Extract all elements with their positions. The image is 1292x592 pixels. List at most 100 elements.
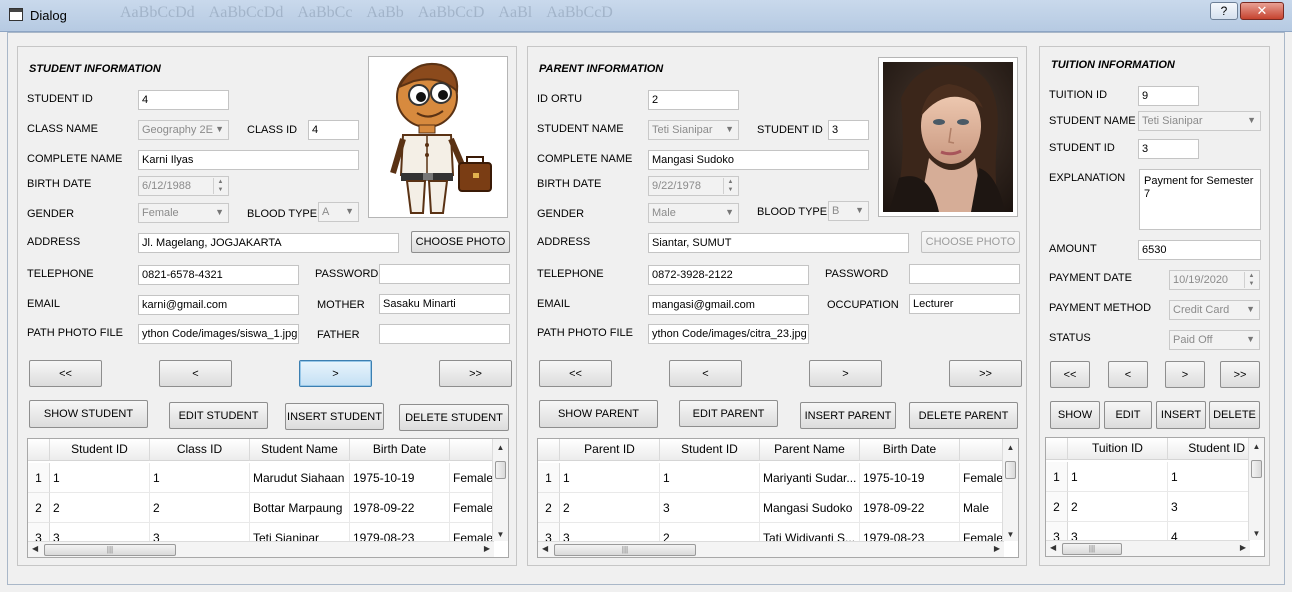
scroll-right-icon[interactable]: ▶ — [1240, 543, 1246, 552]
table-cell[interactable]: Male — [960, 493, 1004, 523]
student-id-field[interactable]: 4 — [138, 90, 229, 110]
scroll-left-icon[interactable]: ◀ — [542, 544, 548, 553]
table-cell[interactable]: 3 — [1168, 492, 1250, 522]
scroll-thumb[interactable]: ||| — [1062, 543, 1122, 555]
path-photo-field[interactable]: ython Code/images/siswa_1.jpg — [138, 324, 299, 344]
parent-telephone-field[interactable]: 0872-3928-2122 — [648, 265, 809, 285]
edit-student-button[interactable]: EDIT STUDENT — [169, 402, 268, 429]
telephone-field[interactable]: 0821-6578-4321 — [138, 265, 299, 285]
email-field[interactable]: karni@gmail.com — [138, 295, 299, 315]
vertical-scrollbar[interactable]: ▲ ▼ — [1002, 439, 1018, 541]
column-header[interactable]: Parent ID — [560, 439, 660, 461]
column-header[interactable]: Birth Date — [350, 439, 450, 461]
parent-choose-photo-button[interactable]: CHOOSE PHOTO — [921, 231, 1020, 253]
scroll-left-icon[interactable]: ◀ — [32, 544, 38, 553]
parent-path-photo-field[interactable]: ython Code/images/citra_23.jpg — [648, 324, 809, 344]
show-tuition-button[interactable]: SHOW — [1050, 401, 1100, 429]
scroll-up-icon[interactable]: ▲ — [1003, 443, 1018, 452]
scroll-thumb[interactable]: ||| — [44, 544, 176, 556]
parent-password-field[interactable] — [909, 264, 1020, 284]
explanation-textarea[interactable]: Payment for Semester 7 — [1139, 169, 1261, 230]
horizontal-scrollbar[interactable]: ◀ ||| ▶ — [1046, 540, 1250, 556]
table-cell[interactable]: Mariyanti Sudar... — [760, 463, 860, 493]
scroll-thumb[interactable] — [1005, 461, 1016, 479]
insert-tuition-button[interactable]: INSERT — [1156, 401, 1206, 429]
column-header[interactable]: Student ID — [50, 439, 150, 461]
tuition-id-field[interactable]: 9 — [1138, 86, 1199, 106]
tuition-last-button[interactable]: >> — [1220, 361, 1260, 388]
horizontal-scrollbar[interactable]: ◀ ||| ▶ — [28, 541, 494, 557]
vertical-scrollbar[interactable]: ▲ ▼ — [1248, 438, 1264, 540]
table-cell[interactable]: Bottar Marpaung — [250, 493, 350, 523]
vertical-scrollbar[interactable]: ▲ ▼ — [492, 439, 508, 541]
scroll-left-icon[interactable]: ◀ — [1050, 543, 1056, 552]
tuition-next-button[interactable]: > — [1165, 361, 1205, 388]
father-field[interactable] — [379, 324, 510, 344]
table-cell[interactable]: 3 — [660, 493, 760, 523]
table-cell[interactable]: 2 — [150, 493, 250, 523]
occupation-field[interactable]: Lecturer — [909, 294, 1020, 314]
tuition-student-name-combo[interactable]: Teti Sianipar ▼ — [1138, 111, 1261, 131]
parent-complete-name-field[interactable]: Mangasi Sudoko — [648, 150, 869, 170]
spin-up-icon[interactable]: ▲ — [724, 178, 737, 186]
parent-student-name-combo[interactable]: Teti Sianipar ▼ — [648, 120, 739, 140]
column-header[interactable]: Student ID — [1168, 438, 1250, 460]
tuition-student-id-field[interactable]: 3 — [1138, 139, 1199, 159]
student-next-button[interactable]: > — [299, 360, 372, 387]
row-header[interactable]: 2 — [538, 493, 560, 523]
scroll-down-icon[interactable]: ▼ — [1003, 530, 1018, 539]
amount-field[interactable]: 6530 — [1138, 240, 1261, 260]
edit-parent-button[interactable]: EDIT PARENT — [679, 400, 778, 427]
parent-address-field[interactable]: Siantar, SUMUT — [648, 233, 909, 253]
complete-name-field[interactable]: Karni Ilyas — [138, 150, 359, 170]
close-button[interactable]: ✕ — [1240, 2, 1284, 20]
table-cell[interactable]: Female — [450, 463, 494, 493]
parent-last-button[interactable]: >> — [949, 360, 1022, 387]
table-cell[interactable]: 1978-09-22 — [860, 493, 960, 523]
parent-next-button[interactable]: > — [809, 360, 882, 387]
table-cell[interactable]: 1975-10-19 — [350, 463, 450, 493]
delete-parent-button[interactable]: DELETE PARENT — [909, 402, 1018, 429]
mother-field[interactable]: Sasaku Minarti — [379, 294, 510, 314]
table-cell[interactable]: Marudut Siahaan — [250, 463, 350, 493]
table-cell[interactable]: Female — [960, 463, 1004, 493]
scroll-down-icon[interactable]: ▼ — [493, 530, 508, 539]
student-last-button[interactable]: >> — [439, 360, 512, 387]
student-prev-button[interactable]: < — [159, 360, 232, 387]
spin-up-icon[interactable]: ▲ — [1245, 272, 1258, 280]
parent-email-field[interactable]: mangasi@gmail.com — [648, 295, 809, 315]
insert-student-button[interactable]: INSERT STUDENT — [285, 403, 384, 430]
scroll-down-icon[interactable]: ▼ — [1249, 529, 1264, 538]
table-cell[interactable]: 2 — [1068, 492, 1168, 522]
address-field[interactable]: Jl. Magelang, JOGJAKARTA — [138, 233, 399, 253]
column-header[interactable]: Class ID — [150, 439, 250, 461]
parent-first-button[interactable]: << — [539, 360, 612, 387]
scroll-right-icon[interactable]: ▶ — [484, 544, 490, 553]
student-table[interactable]: Student ID Class ID Student Name Birth D… — [27, 438, 509, 558]
table-cell[interactable]: 2 — [50, 493, 150, 523]
spin-buttons[interactable]: ▲ ▼ — [213, 178, 227, 194]
table-cell[interactable]: 1 — [150, 463, 250, 493]
parent-prev-button[interactable]: < — [669, 360, 742, 387]
help-button[interactable]: ? — [1210, 2, 1238, 20]
scroll-right-icon[interactable]: ▶ — [994, 544, 1000, 553]
parent-birth-date-spinner[interactable]: 9/22/1978 ▲ ▼ — [648, 176, 739, 196]
class-id-field[interactable]: 4 — [308, 120, 359, 140]
column-header[interactable]: Student ID — [660, 439, 760, 461]
table-cell[interactable]: 1975-10-19 — [860, 463, 960, 493]
blood-type-combo[interactable]: A ▼ — [318, 202, 359, 222]
column-header[interactable]: Birth Date — [860, 439, 960, 461]
status-combo[interactable]: Paid Off ▼ — [1169, 330, 1260, 350]
column-header[interactable]: Student Name — [250, 439, 350, 461]
table-cell[interactable]: Female — [450, 493, 494, 523]
table-cell[interactable]: 1 — [50, 463, 150, 493]
row-header[interactable]: 2 — [28, 493, 50, 523]
insert-parent-button[interactable]: INSERT PARENT — [800, 402, 896, 429]
parent-student-id-field[interactable]: 3 — [828, 120, 869, 140]
table-cell[interactable]: 2 — [560, 493, 660, 523]
row-header[interactable]: 2 — [1046, 492, 1068, 522]
password-field[interactable] — [379, 264, 510, 284]
column-header[interactable]: Parent Name — [760, 439, 860, 461]
scroll-thumb[interactable] — [1251, 460, 1262, 478]
show-parent-button[interactable]: SHOW PARENT — [539, 400, 658, 428]
